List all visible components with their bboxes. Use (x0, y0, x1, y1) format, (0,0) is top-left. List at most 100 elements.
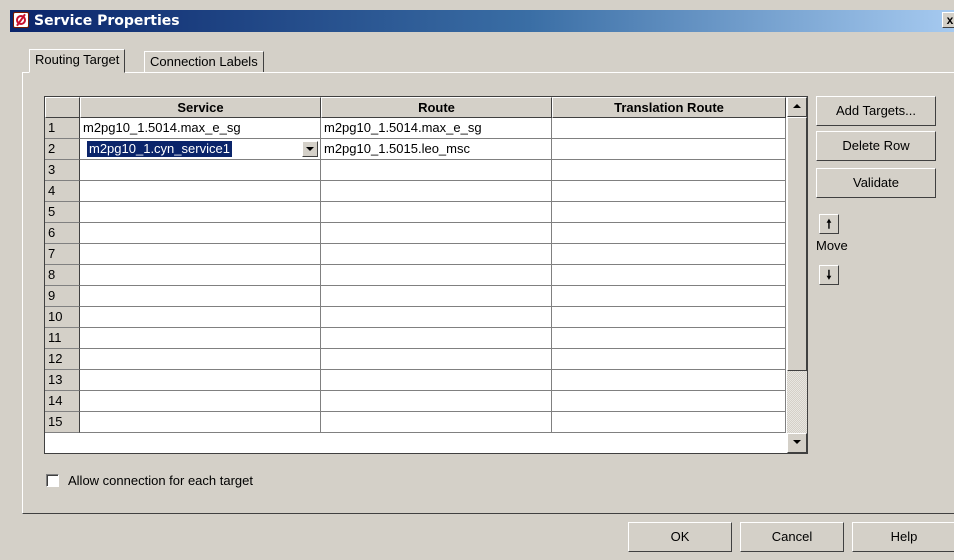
table-row[interactable]: 15 (45, 412, 786, 433)
translation-route-cell[interactable] (552, 349, 786, 370)
service-cell[interactable] (80, 181, 321, 202)
service-dropdown-button[interactable] (302, 141, 318, 157)
add-targets-button[interactable]: Add Targets... (816, 96, 936, 126)
translation-route-cell[interactable] (552, 202, 786, 223)
row-number[interactable]: 15 (45, 412, 80, 433)
row-number[interactable]: 4 (45, 181, 80, 202)
allow-connection-checkbox[interactable] (46, 474, 59, 487)
row-number[interactable]: 2 (45, 139, 80, 160)
row-number[interactable]: 12 (45, 349, 80, 370)
table-row[interactable]: 7 (45, 244, 786, 265)
translation-route-cell[interactable] (552, 160, 786, 181)
route-cell[interactable] (321, 391, 552, 412)
close-button[interactable]: x (942, 12, 954, 28)
service-cell[interactable] (80, 160, 321, 181)
table-row[interactable]: 11 (45, 328, 786, 349)
route-cell[interactable] (321, 202, 552, 223)
service-cell[interactable] (80, 223, 321, 244)
table-row[interactable]: 6 (45, 223, 786, 244)
route-cell[interactable] (321, 328, 552, 349)
table-row[interactable]: 14 (45, 391, 786, 412)
route-cell[interactable] (321, 223, 552, 244)
translation-route-cell[interactable] (552, 307, 786, 328)
route-cell[interactable] (321, 349, 552, 370)
route-cell[interactable] (321, 286, 552, 307)
table-row[interactable]: 13 (45, 370, 786, 391)
row-number[interactable]: 8 (45, 265, 80, 286)
translation-route-cell[interactable] (552, 181, 786, 202)
cancel-button[interactable]: Cancel (740, 522, 844, 552)
row-number[interactable]: 5 (45, 202, 80, 223)
selected-service-value[interactable]: m2pg10_1.cyn_service1 (87, 141, 232, 157)
service-cell[interactable] (80, 349, 321, 370)
help-button[interactable]: Help (852, 522, 954, 552)
service-dropdown-editor[interactable]: m2pg10_1.cyn_service1 (80, 139, 321, 160)
translation-route-cell[interactable] (552, 286, 786, 307)
row-number[interactable]: 10 (45, 307, 80, 328)
translation-route-cell[interactable] (552, 244, 786, 265)
arrow-up-icon (793, 104, 801, 108)
row-number[interactable]: 3 (45, 160, 80, 181)
service-cell[interactable] (80, 286, 321, 307)
row-number[interactable]: 7 (45, 244, 80, 265)
route-cell[interactable] (321, 307, 552, 328)
route-cell[interactable] (321, 244, 552, 265)
translation-route-cell[interactable] (552, 391, 786, 412)
table-row[interactable]: 5 (45, 202, 786, 223)
scroll-up-button[interactable] (787, 97, 807, 117)
route-cell[interactable]: m2pg10_1.5014.max_e_sg (321, 118, 552, 139)
route-cell[interactable]: m2pg10_1.5015.leo_msc (321, 139, 552, 160)
ok-button[interactable]: OK (628, 522, 732, 552)
translation-route-cell[interactable] (552, 370, 786, 391)
table-row[interactable]: 2 m2pg10_1.cyn_service1 m2pg10_1.5015.leo_… (45, 139, 786, 160)
service-cell[interactable] (80, 307, 321, 328)
service-cell[interactable] (80, 202, 321, 223)
table-row[interactable]: 8 (45, 265, 786, 286)
table-row[interactable]: 4 (45, 181, 786, 202)
row-number[interactable]: 6 (45, 223, 80, 244)
service-cell[interactable] (80, 412, 321, 433)
routing-grid[interactable]: Service Route Translation Route 1 m2pg10_1.5… (44, 96, 808, 454)
row-number[interactable]: 13 (45, 370, 80, 391)
table-row[interactable]: 10 (45, 307, 786, 328)
translation-route-cell[interactable] (552, 223, 786, 244)
table-row[interactable]: 9 (45, 286, 786, 307)
title-bar[interactable]: Service Properties x (10, 10, 954, 32)
column-header[interactable]: Route (321, 97, 552, 118)
table-row[interactable]: 3 (45, 160, 786, 181)
route-cell[interactable] (321, 265, 552, 286)
scroll-down-button[interactable] (787, 433, 807, 453)
service-cell[interactable] (80, 328, 321, 349)
tab-routing-target[interactable]: Routing Target (29, 49, 126, 73)
grid-corner-cell (45, 97, 80, 118)
scroll-thumb[interactable] (787, 117, 807, 371)
table-row[interactable]: 1 m2pg10_1.5014.max_e_sg m2pg10_1.5014.max… (45, 118, 786, 139)
tab-connection-labels[interactable]: Connection Labels (144, 51, 264, 73)
move-up-button[interactable]: 🠕 (819, 214, 839, 234)
column-header[interactable]: Service (80, 97, 321, 118)
route-cell[interactable] (321, 412, 552, 433)
translation-route-cell[interactable] (552, 118, 786, 139)
service-cell[interactable] (80, 244, 321, 265)
service-cell[interactable] (80, 265, 321, 286)
table-row[interactable]: 12 (45, 349, 786, 370)
delete-row-button[interactable]: Delete Row (816, 131, 936, 161)
service-cell[interactable] (80, 391, 321, 412)
row-number[interactable]: 11 (45, 328, 80, 349)
translation-route-cell[interactable] (552, 139, 786, 160)
row-number[interactable]: 1 (45, 118, 80, 139)
translation-route-cell[interactable] (552, 328, 786, 349)
route-cell[interactable] (321, 370, 552, 391)
route-cell[interactable] (321, 181, 552, 202)
row-number[interactable]: 14 (45, 391, 80, 412)
service-cell[interactable]: m2pg10_1.5014.max_e_sg (80, 118, 321, 139)
vertical-scrollbar[interactable] (787, 97, 807, 453)
service-cell[interactable] (80, 370, 321, 391)
translation-route-cell[interactable] (552, 412, 786, 433)
column-header[interactable]: Translation Route (552, 97, 786, 118)
route-cell[interactable] (321, 160, 552, 181)
translation-route-cell[interactable] (552, 265, 786, 286)
row-number[interactable]: 9 (45, 286, 80, 307)
validate-button[interactable]: Validate (816, 168, 936, 198)
move-down-button[interactable]: 🠗 (819, 265, 839, 285)
